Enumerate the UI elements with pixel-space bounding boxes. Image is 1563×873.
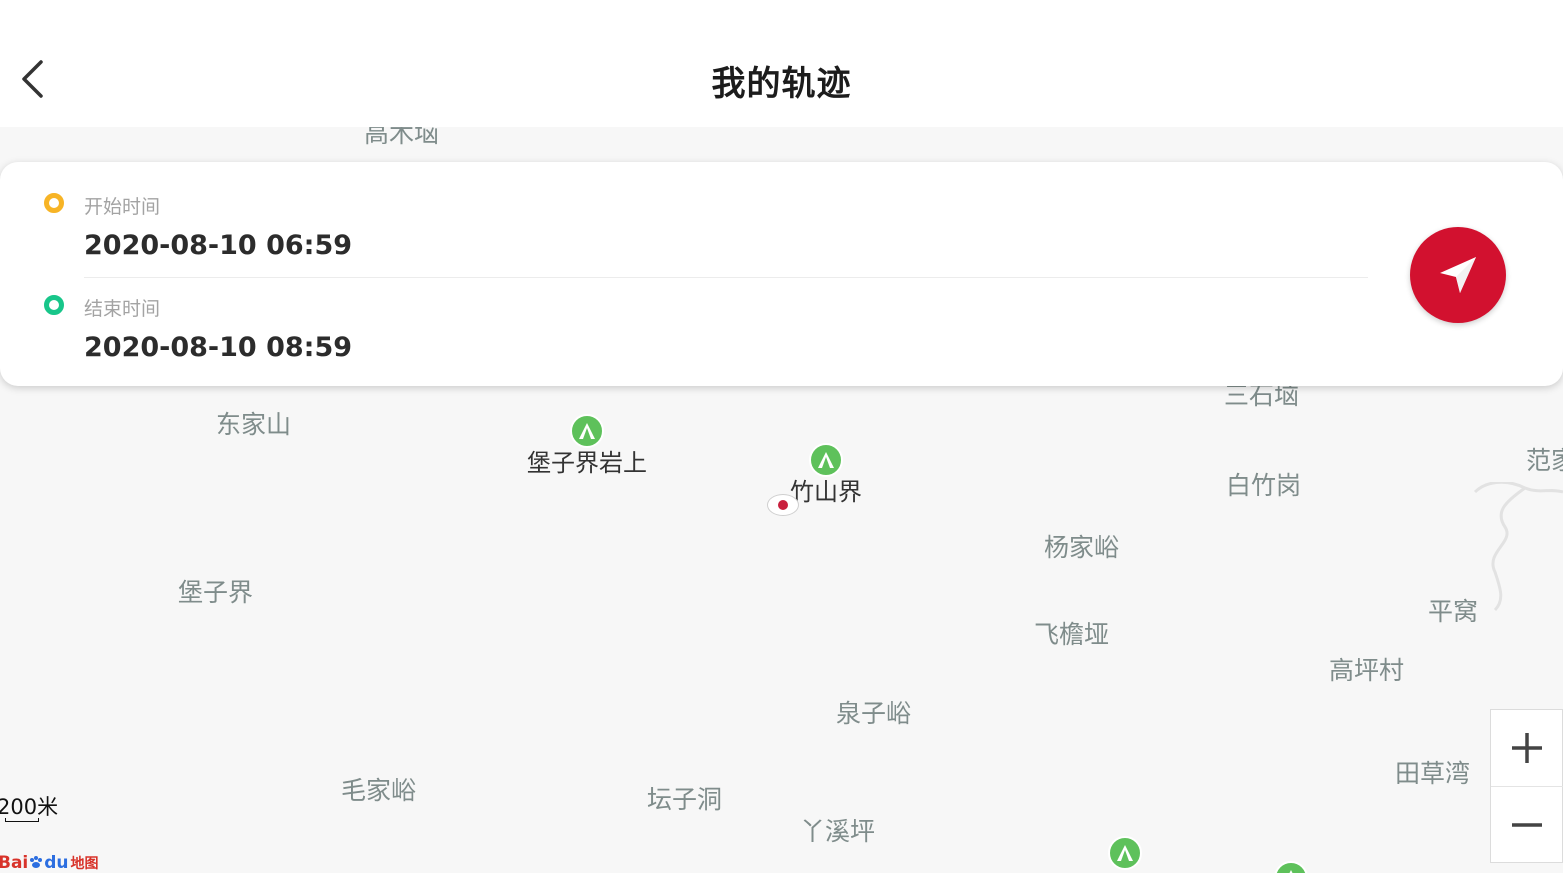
map-place-label: 堡子界 [178, 578, 254, 607]
zoom-control [1490, 709, 1563, 863]
map-scale-bar [5, 818, 39, 822]
map-poi-marker[interactable] [1108, 836, 1142, 870]
map-poi-marker[interactable] [570, 414, 604, 448]
start-time-value[interactable]: 2020-08-10 06:59 [84, 230, 352, 261]
end-time-label: 结束时间 [84, 298, 161, 320]
end-time-value[interactable]: 2020-08-10 08:59 [84, 332, 352, 363]
baidu-map-logo: Bai du 地图 [0, 846, 99, 873]
mountain-icon [818, 452, 834, 468]
track-time-card: 开始时间 2020-08-10 06:59 结束时间 2020-08-10 08… [0, 162, 1563, 386]
map-place-label: 杨家峪 [1044, 533, 1120, 562]
baidu-paw-icon [30, 856, 43, 868]
start-dot-icon [44, 193, 64, 213]
map-place-label: 丫溪坪 [800, 817, 876, 846]
page-title: 我的轨迹 [711, 64, 852, 104]
map-poi-label: 堡子界岩上 [527, 449, 647, 477]
map-poi-marker[interactable] [1274, 861, 1308, 873]
zoom-in-button[interactable] [1491, 710, 1563, 787]
end-dot-icon [44, 295, 64, 315]
navigate-button[interactable] [1410, 227, 1506, 323]
map-place-label: 高木垴 [364, 127, 440, 148]
baidu-logo-map: 地图 [70, 856, 99, 872]
map-place-label: 毛家峪 [341, 776, 417, 805]
map-poi-marker[interactable] [809, 443, 843, 477]
start-time-label: 开始时间 [84, 196, 161, 218]
map-place-label: 泉子峪 [836, 699, 912, 728]
baidu-logo-bai: Bai [0, 853, 29, 873]
map-place-label: 田草湾 [1395, 759, 1471, 788]
plus-icon [1512, 733, 1542, 763]
mountain-icon [1117, 845, 1133, 861]
minus-icon [1512, 823, 1542, 827]
map-place-label: 范家 [1526, 446, 1563, 475]
divider [84, 277, 1368, 278]
map-place-label: 飞檐垭 [1034, 620, 1110, 649]
map-scale-label: 200米 [0, 795, 59, 819]
track-location-marker[interactable] [767, 494, 799, 516]
map-place-label: 东家山 [216, 410, 292, 439]
map-place-label: 高坪村 [1329, 656, 1405, 685]
mountain-icon [1289, 870, 1293, 873]
map-place-label: 白竹岗 [1226, 471, 1302, 500]
map-poi-label: 竹山界 [790, 478, 862, 506]
map-place-label: 三石垴 [1224, 381, 1300, 410]
baidu-logo-du: du [44, 853, 69, 873]
top-bar: 我的轨迹 [0, 0, 1563, 127]
zoom-out-button[interactable] [1491, 787, 1563, 863]
mountain-icon [579, 423, 595, 439]
navigation-arrow-icon [1440, 257, 1476, 293]
map-place-label: 坛子洞 [647, 785, 723, 814]
map-boundary-line [1473, 482, 1563, 612]
